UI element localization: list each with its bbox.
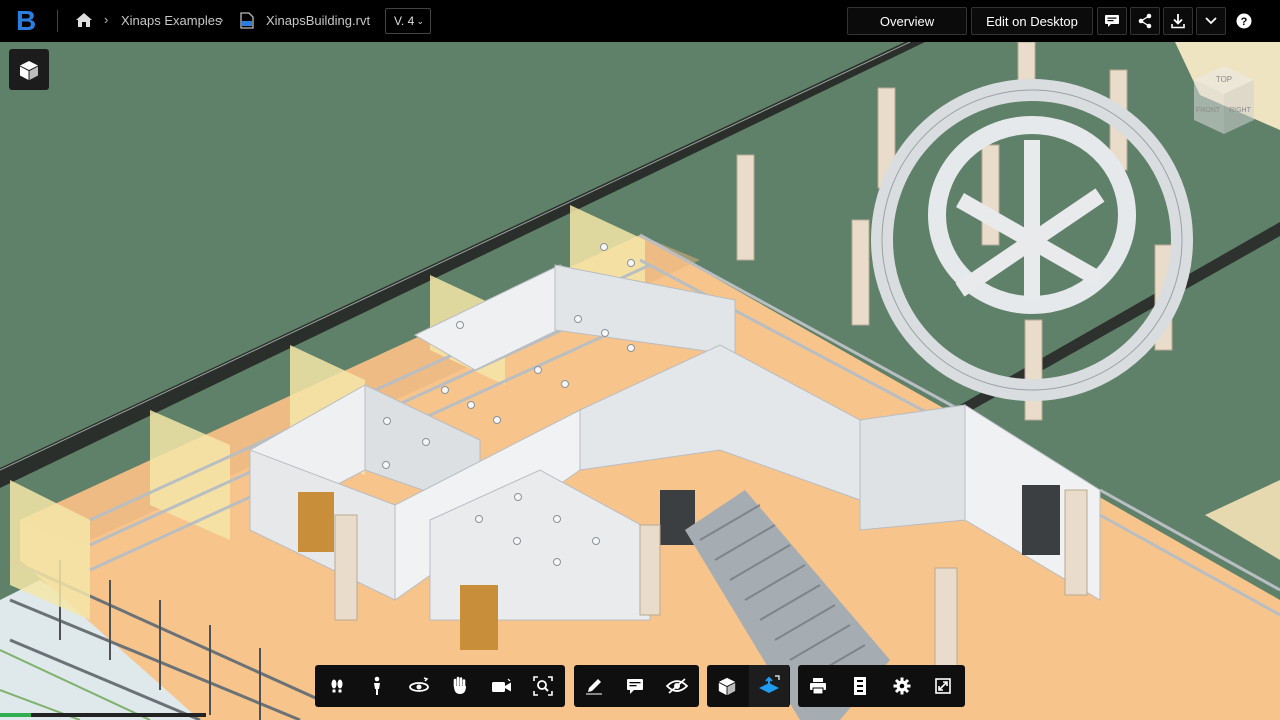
- hide-icon: [666, 678, 688, 694]
- home-icon[interactable]: [74, 10, 94, 30]
- loading-progress-bar: [0, 713, 206, 717]
- viewcube-right-label: RIGHT: [1229, 107, 1252, 114]
- edit-on-desktop-button[interactable]: Edit on Desktop: [971, 7, 1093, 35]
- view-cube[interactable]: TOP FRONT RIGHT: [1188, 60, 1260, 140]
- chevron-down-icon: [1205, 17, 1217, 25]
- fullscreen-icon: [935, 678, 951, 694]
- overview-button[interactable]: Overview: [847, 7, 967, 35]
- model-button[interactable]: [707, 665, 747, 707]
- settings-toolbar: [798, 665, 965, 707]
- first-person-button[interactable]: [317, 665, 357, 707]
- chevron-down-icon: ⌄: [416, 16, 424, 26]
- loading-progress-fill: [0, 713, 31, 717]
- first-person-icon: [331, 679, 343, 693]
- model-viewport[interactable]: TOP FRONT RIGHT: [0, 42, 1280, 720]
- version-dropdown[interactable]: V. 4 ⌄: [385, 8, 431, 34]
- model-icon: [718, 677, 736, 696]
- breadcrumb-project[interactable]: Xinaps Examples: [121, 13, 221, 28]
- orbit-button[interactable]: [399, 665, 439, 707]
- rvt-file-icon: [240, 12, 254, 29]
- pan-button[interactable]: [440, 665, 480, 707]
- share-icon: [1138, 13, 1152, 29]
- walk-icon: [374, 676, 380, 695]
- navigation-toolbar: [315, 665, 565, 707]
- fit-to-view-button[interactable]: [523, 665, 563, 707]
- fit-to-view-icon: [533, 676, 553, 696]
- print-button[interactable]: [798, 665, 838, 707]
- download-icon: [1171, 14, 1185, 29]
- camera-button[interactable]: [482, 665, 522, 707]
- orbit-icon: [409, 677, 429, 692]
- settings-button[interactable]: [882, 665, 922, 707]
- download-button[interactable]: [1163, 7, 1193, 35]
- svg-text:?: ?: [1241, 16, 1248, 28]
- section-icon: [759, 675, 780, 693]
- app-logo[interactable]: B: [16, 6, 44, 36]
- camera-icon: [492, 678, 511, 692]
- comment-tool-button[interactable]: [616, 665, 656, 707]
- markup-button[interactable]: [574, 665, 614, 707]
- print-icon: [810, 678, 826, 695]
- walk-button[interactable]: [357, 665, 397, 707]
- gear-icon: [893, 677, 911, 695]
- viewcube-top-label: TOP: [1216, 75, 1232, 84]
- home-view-button[interactable]: [9, 49, 49, 90]
- markup-icon: [586, 679, 602, 695]
- comment-icon: [1105, 15, 1119, 27]
- breadcrumb-separator: ›: [104, 12, 109, 27]
- building-model-render: [0, 42, 1280, 720]
- help-icon: ?: [1236, 13, 1252, 29]
- version-label: V. 4: [394, 14, 415, 28]
- properties-button[interactable]: [840, 665, 880, 707]
- help-button[interactable]: ?: [1229, 7, 1259, 35]
- markup-toolbar: [574, 665, 699, 707]
- top-bar: B › Xinaps Examples › XinapsBuilding.rvt…: [0, 0, 1280, 42]
- pan-icon: [453, 676, 466, 694]
- hide-button[interactable]: [657, 665, 697, 707]
- cube-icon: [20, 60, 38, 80]
- fullscreen-button[interactable]: [923, 665, 963, 707]
- more-options-button[interactable]: [1196, 7, 1226, 35]
- comment-icon: [627, 679, 643, 694]
- breadcrumb-file[interactable]: XinapsBuilding.rvt: [266, 13, 370, 28]
- comment-button[interactable]: [1097, 7, 1127, 35]
- divider: [57, 10, 58, 32]
- section-button[interactable]: [749, 665, 789, 707]
- properties-icon: [854, 677, 866, 695]
- breadcrumb-separator: ›: [219, 12, 224, 27]
- view-toolbar: [707, 665, 790, 707]
- viewcube-front-label: FRONT: [1196, 107, 1221, 114]
- share-button[interactable]: [1130, 7, 1160, 35]
